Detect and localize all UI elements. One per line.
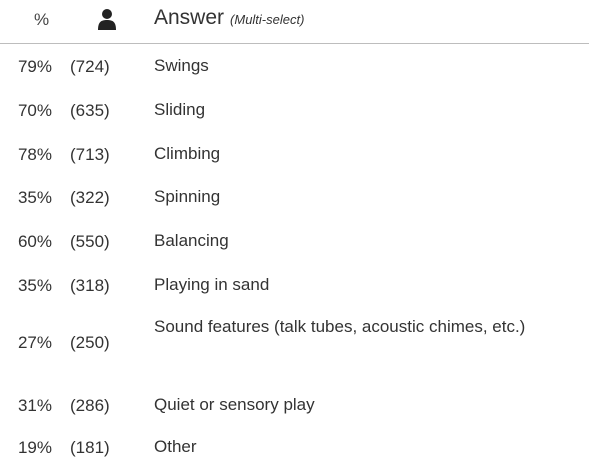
result-count: (724) (70, 57, 110, 76)
result-count: (713) (70, 145, 110, 164)
result-answer: Spinning (154, 187, 221, 206)
result-percent: 35% (17, 188, 52, 207)
result-count: (550) (70, 232, 110, 251)
result-answer: Other (154, 437, 197, 456)
result-answer: Balancing (154, 231, 229, 250)
person-icon (96, 8, 118, 30)
result-percent: 78% (17, 145, 52, 164)
result-count: (635) (70, 101, 110, 120)
result-count: (286) (70, 396, 110, 415)
percent-column-header: % (34, 10, 50, 29)
result-percent: 27% (17, 333, 52, 352)
result-percent: 19% (17, 438, 52, 457)
result-percent: 70% (17, 101, 52, 120)
result-percent: 35% (17, 276, 52, 295)
result-percent: 31% (17, 396, 52, 415)
result-answer: Swings (154, 56, 209, 75)
result-percent: 60% (17, 232, 52, 251)
result-percent: 79% (17, 57, 52, 76)
result-count: (181) (70, 438, 110, 457)
results-header: % Answer (Multi-select) (0, 0, 589, 44)
survey-results: % Answer (Multi-select) 79% (724) Swings … (0, 0, 589, 462)
result-count: (250) (70, 333, 110, 352)
result-count: (318) (70, 276, 110, 295)
result-answer: Climbing (154, 144, 221, 163)
answer-column-header: Answer (Multi-select) (154, 6, 304, 30)
result-answer: Playing in sand (154, 275, 270, 294)
answer-header-label: Answer (154, 6, 225, 29)
result-count: (322) (70, 188, 110, 207)
multi-select-note: (Multi-select) (230, 12, 305, 27)
result-answer: Sliding (154, 100, 206, 119)
result-answer: Sound features (talk tubes, acoustic chi… (154, 317, 526, 336)
result-answer: Quiet or sensory play (154, 395, 315, 414)
